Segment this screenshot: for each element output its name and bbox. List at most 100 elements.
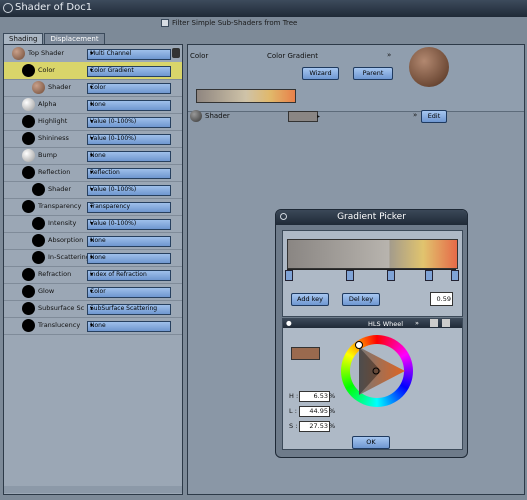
shader-collapse-icon[interactable]: » — [413, 111, 417, 119]
sphere-brown-icon — [12, 47, 25, 60]
shader-type-dropdown[interactable]: Index of Refraction ▾ — [87, 270, 171, 281]
shader-type-dropdown[interactable]: None ▾ — [87, 151, 171, 162]
shader-type-dropdown[interactable]: Value (0-100%) ▾ — [87, 134, 171, 145]
palette-icon[interactable] — [442, 319, 450, 327]
shader-type-dropdown[interactable]: Color Gradient ▾ — [87, 66, 171, 77]
black-ball-icon — [22, 319, 35, 332]
tree-row[interactable]: Shader Value (0-100%) ▾ — [4, 181, 182, 199]
chevron-down-icon: ▾ — [90, 84, 94, 91]
shader-type-dropdown[interactable]: Multi Channel ▾ — [87, 49, 171, 60]
trash-icon[interactable] — [172, 48, 180, 58]
current-color-swatch — [291, 347, 320, 360]
shader-type-dropdown[interactable]: Value (0-100%) ▾ — [87, 185, 171, 196]
black-ball-icon — [22, 132, 35, 145]
shader-type-dropdown[interactable]: None ▾ — [87, 321, 171, 332]
gradient-key-handle[interactable] — [387, 270, 395, 281]
tree-row[interactable]: Absorption None ▾ — [4, 232, 182, 250]
shader-row: Shader ▸ » Edit — [188, 109, 524, 123]
tree-row[interactable]: Intensity Value (0-100%) ▾ — [4, 215, 182, 233]
chevron-down-icon: ▾ — [90, 220, 94, 227]
lightness-saturation-triangle[interactable] — [341, 335, 413, 407]
wizard-button[interactable]: Wizard — [302, 67, 339, 80]
window-menu-icon[interactable] — [3, 3, 13, 13]
shader-type-dropdown[interactable]: Color ▾ — [87, 83, 171, 94]
chevron-down-icon: ▾ — [90, 50, 94, 57]
tab-displacement[interactable]: Displacement — [44, 33, 105, 44]
shader-swatch[interactable] — [288, 111, 318, 122]
material-preview-sphere — [409, 47, 449, 87]
tree-row-label: Top Shader — [28, 49, 65, 57]
chevron-down-icon: ▾ — [90, 254, 94, 261]
gradient-preview-bar[interactable] — [196, 89, 296, 103]
l-label: L : — [289, 407, 297, 415]
h-label: H : — [289, 392, 299, 400]
tree-row[interactable]: Glow Color ▾ — [4, 283, 182, 301]
shader-type-dropdown[interactable]: Value (0-100%) ▾ — [87, 219, 171, 230]
add-key-button[interactable]: Add key — [291, 293, 329, 306]
shader-type-dropdown[interactable]: Value (0-100%) ▾ — [87, 117, 171, 128]
chevron-down-icon: ▾ — [90, 118, 94, 125]
collapse-icon[interactable]: » — [387, 51, 391, 59]
sphere-brown-icon — [32, 81, 45, 94]
gradient-key-handle[interactable] — [451, 270, 459, 281]
white-ball-icon — [22, 98, 35, 111]
shader-type-dropdown[interactable]: Color ▾ — [87, 287, 171, 298]
tree-row[interactable]: Top Shader Multi Channel ▾ — [4, 45, 182, 63]
tree-row-label: Shininess — [38, 134, 69, 142]
tree-row[interactable]: Subsurface Sc SubSurface Scattering ▾ — [4, 300, 182, 318]
tree-row-label: Absorption — [48, 236, 84, 244]
ok-button[interactable]: OK — [352, 436, 390, 449]
tree-row-label: Intensity — [48, 219, 77, 227]
tree-row[interactable]: In-Scattering None ▾ — [4, 249, 182, 267]
gradient-key-handle[interactable] — [285, 270, 293, 281]
del-key-button[interactable]: Del key — [342, 293, 380, 306]
hue-wheel[interactable] — [341, 335, 413, 407]
shader-type-dropdown[interactable]: SubSurface Scattering ▾ — [87, 304, 171, 315]
shader-type-dropdown[interactable]: Transparency ▾ — [87, 202, 171, 213]
chevron-down-icon: ▾ — [90, 305, 94, 312]
gradient-picker-titlebar: Gradient Picker — [276, 210, 467, 225]
tree-row-label: Translucency — [38, 321, 81, 329]
tree-row[interactable]: Color Color Gradient ▾ — [4, 62, 182, 80]
tree-row-label: Shader — [48, 185, 72, 193]
tree-row-label: Alpha — [38, 100, 57, 108]
edit-button[interactable]: Edit — [421, 110, 447, 123]
eyedropper-icon[interactable] — [430, 319, 438, 327]
black-ball-icon — [22, 166, 35, 179]
saturation-field[interactable]: 27.53 — [299, 421, 330, 432]
gradient-picker-dialog: Gradient Picker Add key Del key 0.59 ● H… — [275, 209, 468, 458]
tab-shading[interactable]: Shading — [3, 33, 44, 44]
filter-checkbox[interactable] — [161, 19, 169, 27]
tree-row[interactable]: Refraction Index of Refraction ▾ — [4, 266, 182, 284]
channel-shader-type: Color Gradient — [267, 52, 318, 60]
shader-type-dropdown[interactable]: None ▾ — [87, 236, 171, 247]
shader-type-dropdown[interactable]: None ▾ — [87, 253, 171, 264]
tree-row[interactable]: Bump None ▾ — [4, 147, 182, 165]
tree-row-label: Transparency — [38, 202, 82, 210]
s-label: S : — [289, 422, 298, 430]
tree-row[interactable]: Alpha None ▾ — [4, 96, 182, 114]
panel-menu-icon[interactable]: ● — [286, 319, 292, 327]
tree-row[interactable]: Highlight Value (0-100%) ▾ — [4, 113, 182, 131]
parent-button[interactable]: Parent — [353, 67, 393, 80]
tree-row[interactable]: Transparency Transparency ▾ — [4, 198, 182, 216]
tree-horizontal-scrollbar[interactable] — [4, 486, 182, 493]
tree-row[interactable]: Shininess Value (0-100%) ▾ — [4, 130, 182, 148]
hue-marker[interactable] — [355, 341, 363, 349]
gradient-key-handle[interactable] — [425, 270, 433, 281]
shader-arrow-icon: ▸ — [317, 113, 321, 120]
hue-field[interactable]: 6.53 — [299, 391, 330, 402]
tree-row[interactable]: Shader Color ▾ — [4, 79, 182, 97]
picker-menu-icon[interactable] — [280, 213, 287, 220]
chevron-down-icon: ▾ — [90, 152, 94, 159]
key-position-field[interactable]: 0.59 — [430, 292, 453, 306]
shader-type-dropdown[interactable]: None ▾ — [87, 100, 171, 111]
shader-type-dropdown[interactable]: Reflection ▾ — [87, 168, 171, 179]
lightness-field[interactable]: 44.95 — [299, 406, 330, 417]
tree-row[interactable]: Reflection Reflection ▾ — [4, 164, 182, 182]
tree-row[interactable]: Translucency None ▾ — [4, 317, 182, 335]
gradient-key-handle[interactable] — [346, 270, 354, 281]
gradient-bar[interactable] — [287, 239, 458, 269]
filter-option[interactable]: Filter Simple Sub-Shaders from Tree — [161, 19, 297, 27]
mode-dropdown-icon[interactable]: » — [415, 319, 419, 327]
